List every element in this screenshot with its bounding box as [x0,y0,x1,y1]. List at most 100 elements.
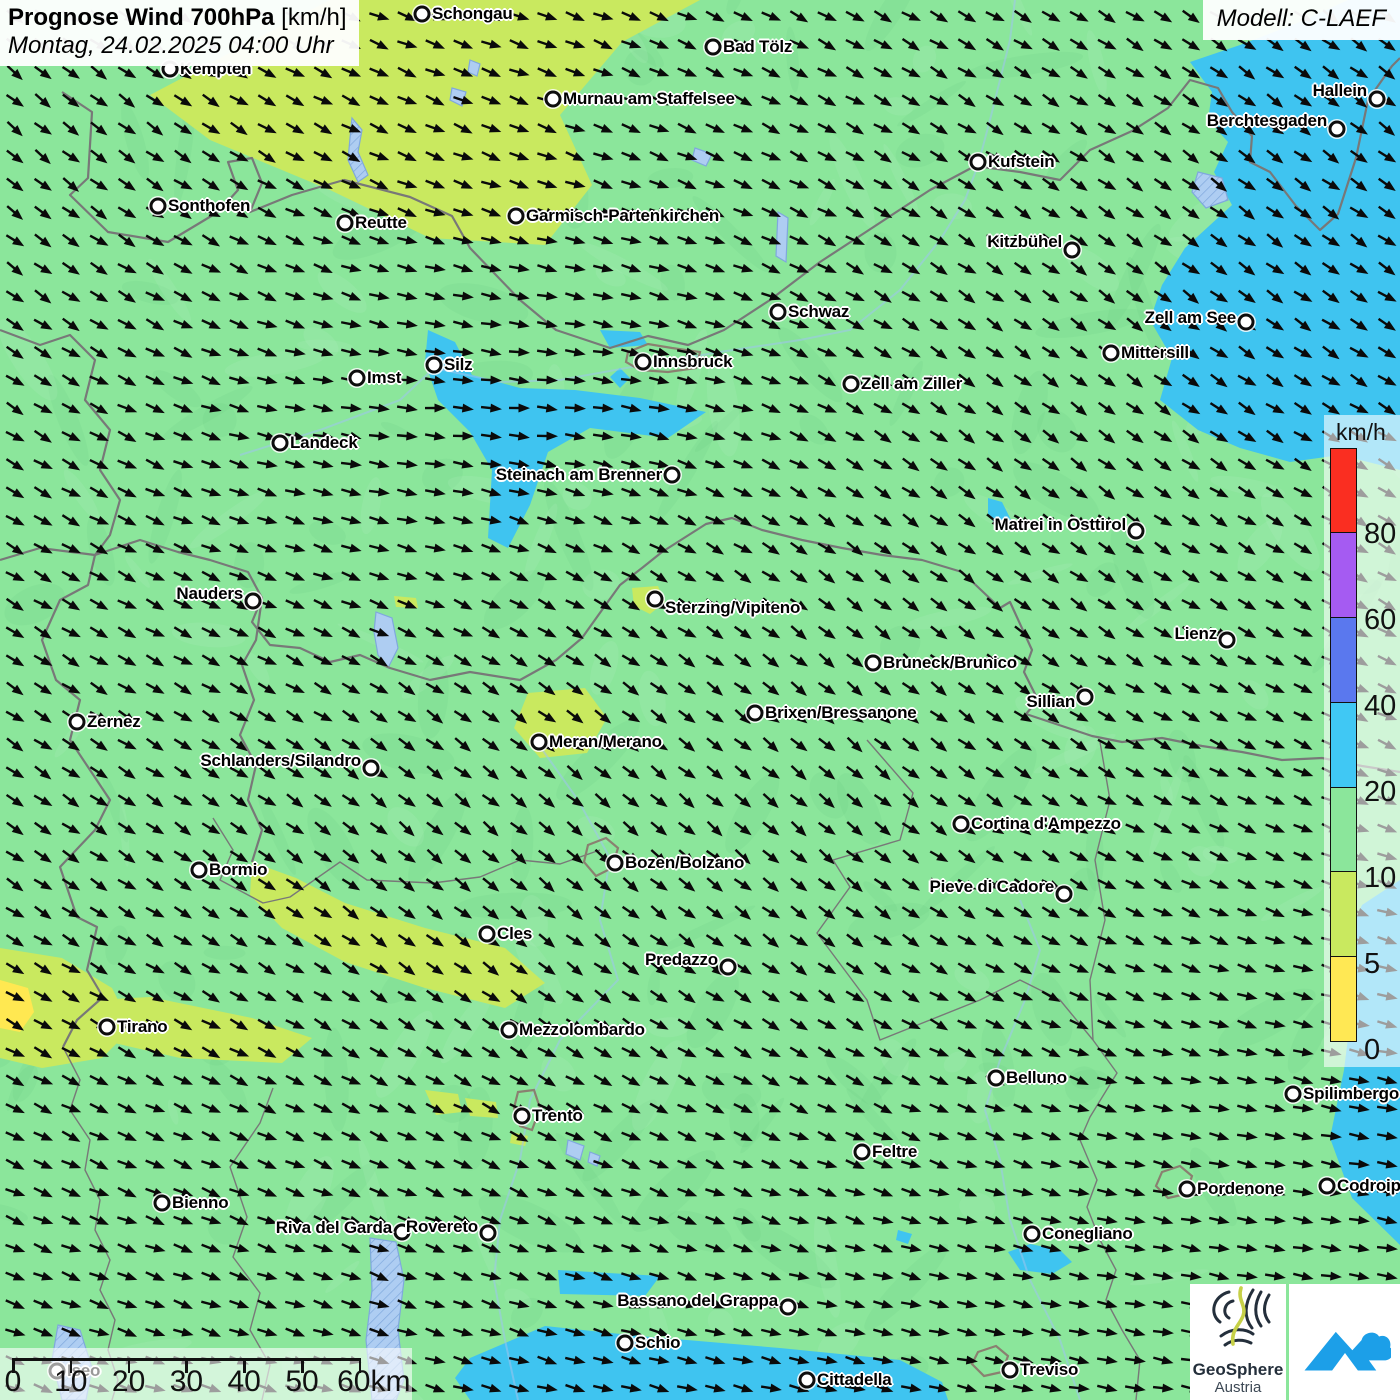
legend-segment [1330,532,1357,619]
map-scale-bar: 0 10 20 30 40 50 60km [0,1348,412,1400]
city-label: Cortina d'Ampezzo [971,814,1121,833]
city-label: Bassano del Grappa [617,1291,778,1310]
city-marker [500,1021,518,1039]
scale-label: 60km [337,1365,411,1398]
city-marker [1218,631,1236,649]
city-marker [1318,1177,1336,1195]
city-marker [425,356,443,374]
city-marker [271,434,289,452]
city-marker [513,1107,531,1125]
city-marker [362,759,380,777]
city-label: Silz [444,355,473,374]
city-marker [616,1334,634,1352]
city-marker [746,704,764,722]
city-label: Matrei in Osttirol [994,515,1127,534]
city-label: Lienz [1174,624,1218,643]
city-marker [1178,1180,1196,1198]
city-label: Reutte [355,213,407,232]
city-marker [646,590,664,608]
city-label: Riva del Garda [275,1218,392,1237]
lake-shape [775,210,789,264]
city-marker [779,1298,797,1316]
city-marker [606,854,624,872]
city-marker [952,815,970,833]
legend-color-bar [1330,447,1357,1051]
city-label: Pieve di Cadore [929,877,1054,896]
city-label: Zell am See [1144,308,1237,327]
city-marker [1102,344,1120,362]
city-marker [68,713,86,731]
legend-unit-label: km/h [1336,419,1386,445]
city-label: Meran/Merano [549,732,662,751]
city-marker [348,369,366,387]
city-label: Sillian [1026,692,1075,711]
city-label: Schwaz [788,302,850,321]
wind-forecast-map-page: Schongau Bad Tölz Kempten Murnau am Staffel… [0,0,1400,1400]
city-label: Feltre [872,1142,918,1161]
page-subtitle: Montag, 24.02.2025 04:00 Uhr [8,32,334,59]
blue-mountain-cloud-icon [1304,1331,1391,1371]
city-label: Bormio [209,860,268,879]
legend-segment [1330,701,1357,788]
city-marker [98,1018,116,1036]
city-label: Sterzing/Vipiteno [665,598,801,617]
city-marker [1127,522,1145,540]
model-label: Modell: C-LAEF [1202,0,1400,40]
city-marker [864,654,882,672]
city-label: Kufstein [988,152,1055,171]
city-label: Bad Tölz [723,37,793,56]
city-label: Zell am Ziller [861,374,963,393]
city-marker [1368,90,1386,108]
geosphere-logo-subtext: Austria [1214,1379,1262,1396]
legend-tick-label: 0 [1364,1034,1381,1066]
city-marker [153,1194,171,1212]
city-label: Tirano [117,1017,168,1036]
city-marker [663,466,681,484]
city-marker [842,375,860,393]
city-label: Trento [532,1106,583,1125]
city-label: Belluno [1006,1068,1067,1087]
city-marker [853,1143,871,1161]
city-marker [413,5,431,23]
legend-segment [1330,955,1357,1042]
city-marker [798,1371,816,1389]
city-marker [530,733,548,751]
city-marker [544,90,562,108]
city-marker [336,214,354,232]
city-label: Innsbruck [653,352,733,371]
geosphere-contour-icon [1212,1286,1271,1347]
city-marker [1023,1225,1041,1243]
city-label: Mezzolombardo [519,1020,645,1039]
city-label: Sonthofen [168,196,251,215]
legend-tick-label: 10 [1364,862,1397,894]
city-marker [987,1069,1005,1087]
title-unit-text: [km/h] [274,4,347,31]
city-label: Pordenone [1197,1179,1284,1198]
city-label: Murnau am Staffelsee [563,89,735,108]
title-bold-text: Prognose Wind 700hPa [8,4,275,31]
city-label: Bienno [172,1193,229,1212]
city-label: Bozen/Bolzano [625,853,745,872]
city-label: Schio [635,1333,681,1352]
city-marker [1284,1085,1302,1103]
city-marker [969,153,987,171]
city-label: Garmisch-Partenkirchen [526,206,720,225]
city-label: Conegliano [1042,1224,1133,1243]
city-label: Zernez [87,712,141,731]
wind-speed-legend: km/h 80 60 40 20 10 5 0 [1324,415,1400,1067]
city-marker [244,592,262,610]
city-label: Schongau [432,4,513,23]
city-marker [719,958,737,976]
city-label: Brixen/Bressanone [765,703,917,722]
page-title: Prognose Wind 700hPa [km/h] [8,4,347,32]
geosphere-logo-text: GeoSphere [1192,1360,1284,1379]
city-marker [769,303,787,321]
city-label: Spilimbergo [1303,1084,1400,1103]
city-marker [1237,313,1255,331]
city-marker [704,38,722,56]
legend-segment [1330,786,1357,873]
legend-segment [1330,447,1357,534]
city-label: Landeck [290,433,358,452]
city-marker [190,861,208,879]
legend-tick-label: 60 [1364,604,1397,636]
